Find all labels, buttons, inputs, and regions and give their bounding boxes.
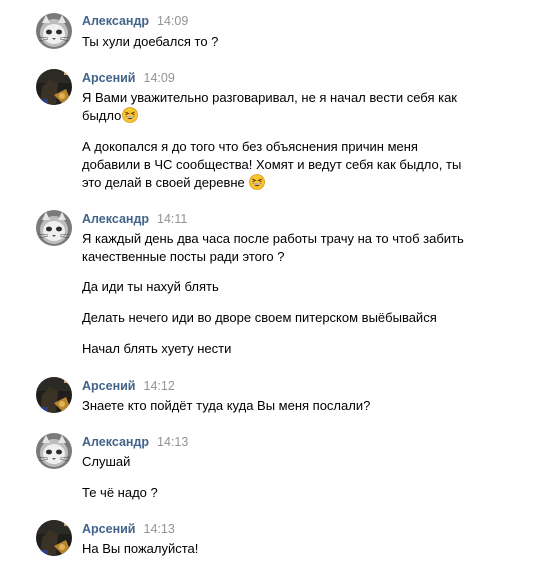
cat-avatar-icon xyxy=(36,433,72,469)
timestamp: 14:11 xyxy=(157,212,188,226)
avatar[interactable] xyxy=(36,69,72,105)
avatar[interactable] xyxy=(36,520,72,556)
timestamp: 14:12 xyxy=(143,379,175,393)
timestamp: 14:13 xyxy=(143,522,175,536)
author-name[interactable]: Арсений 14:09 xyxy=(82,71,175,85)
message-text: Я каждый день два часа после работы трач… xyxy=(82,231,464,246)
message-text: Делать нечего иди во дворе своем питерск… xyxy=(82,310,437,325)
timestamp: 14:13 xyxy=(157,435,189,449)
message-text: добавили в ЧС сообщества! Хомят и ведут … xyxy=(82,157,462,172)
timestamp: 14:09 xyxy=(143,71,175,85)
cat-avatar-icon xyxy=(36,13,72,49)
dark-photo-avatar-icon xyxy=(36,69,72,105)
grinning-squint-emoji-icon xyxy=(122,107,138,123)
grinning-squint-emoji-icon xyxy=(249,174,265,190)
message-text: Да иди ты нахуй блять xyxy=(82,279,219,294)
message-text: А докопался я до того что без объяснения… xyxy=(82,139,418,154)
message-text: Те чё надо ? xyxy=(82,485,158,500)
dark-photo-avatar-icon xyxy=(36,520,72,556)
author-name[interactable]: Арсений 14:12 xyxy=(82,379,175,393)
timestamp: 14:09 xyxy=(157,14,189,28)
author-name[interactable]: Александр 14:09 xyxy=(82,14,188,28)
avatar[interactable] xyxy=(36,13,72,49)
author-name[interactable]: Арсений 14:13 xyxy=(82,522,175,536)
message-text: Я Вами уважительно разговаривал, не я на… xyxy=(82,90,457,105)
avatar[interactable] xyxy=(36,210,72,246)
author-name[interactable]: Александр 14:11 xyxy=(82,212,187,226)
dark-photo-avatar-icon xyxy=(36,377,72,413)
message-text: Слушай xyxy=(82,454,131,469)
message-text: Начал блять хуету нести xyxy=(82,341,232,356)
message-text: это делай в своей деревне xyxy=(82,174,265,191)
message-text: быдло xyxy=(82,107,138,124)
cat-avatar-icon xyxy=(36,210,72,246)
message-text: На Вы пожалуйста! xyxy=(82,541,199,556)
avatar[interactable] xyxy=(36,377,72,413)
avatar[interactable] xyxy=(36,433,72,469)
message-text: Ты хули доебался то ? xyxy=(82,34,219,49)
author-name[interactable]: Александр 14:13 xyxy=(82,435,188,449)
message-text: качественные посты ради этого ? xyxy=(82,249,285,264)
message-text: Знаете кто пойдёт туда куда Вы меня посл… xyxy=(82,398,371,413)
